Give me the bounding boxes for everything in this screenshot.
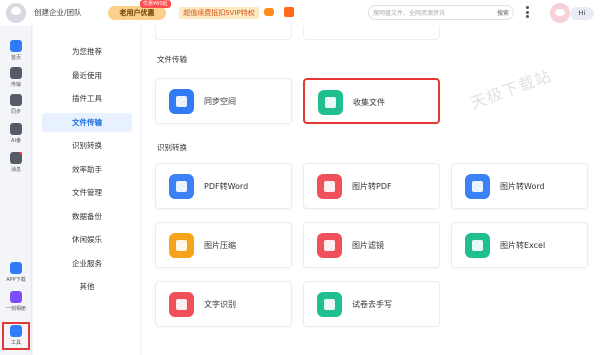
ocr-icon xyxy=(169,292,194,317)
tool-card-label: 图片转Word xyxy=(500,182,545,191)
rail-item-label: AI番 xyxy=(11,138,21,144)
unread-dot xyxy=(19,152,22,155)
image-filter-icon xyxy=(317,233,342,258)
coupon-badge: 优惠¥60起 xyxy=(140,0,171,8)
image-to-excel-icon xyxy=(465,233,490,258)
section-title-recognition: 识别转换 xyxy=(157,143,187,152)
rail-item-transfer[interactable]: 传输 xyxy=(0,67,32,93)
image-to-pdf-icon xyxy=(317,174,342,199)
subnav-item[interactable]: 识别转换 xyxy=(42,136,132,155)
subnav-item[interactable]: 为您推荐 xyxy=(42,42,132,61)
old-user-promo-button[interactable]: 老用户优惠 xyxy=(108,6,166,20)
search-box: 搜索 xyxy=(368,5,514,20)
tool-card-image-filter[interactable]: 图片滤镜 xyxy=(303,222,440,268)
subnav-item[interactable]: 数据备份 xyxy=(42,207,132,226)
tool-card-label: 同步空间 xyxy=(204,97,236,106)
rail-item-ai[interactable]: AI番 xyxy=(0,123,32,149)
tool-card-image-to-excel[interactable]: 图片转Excel xyxy=(451,222,588,268)
tool-card-label: 图片压缩 xyxy=(204,241,236,250)
tool-card-image-to-pdf[interactable]: 图片转PDF xyxy=(303,163,440,209)
rail-item-phone[interactable]: APP下载 xyxy=(0,262,32,288)
transfer-icon xyxy=(10,67,22,79)
tool-card-label: 图片滤镜 xyxy=(352,241,384,250)
tool-card-label: PDF转Word xyxy=(204,182,249,191)
pdf-to-word-icon xyxy=(169,174,194,199)
rail-item-label: 同步 xyxy=(10,109,21,115)
subnav-item[interactable]: 文件管理 xyxy=(42,183,132,202)
tools-highlight-box xyxy=(2,322,30,350)
search-button[interactable]: 搜索 xyxy=(497,8,509,17)
tool-card-image-compress[interactable]: 图片压缩 xyxy=(155,222,292,268)
tool-card-remove-handwriting[interactable]: 试卷去手写 xyxy=(303,281,440,327)
subnav-item[interactable]: 效率助手 xyxy=(42,160,132,179)
rail-item-label: 首页 xyxy=(10,55,21,61)
svip-promo-banner[interactable]: 超值续费抵扣SVIP特权 xyxy=(179,7,259,19)
subnav-item[interactable]: 企业服务 xyxy=(42,254,132,273)
rail-item-sync[interactable]: 同步 xyxy=(0,94,32,120)
team-avatar[interactable] xyxy=(6,3,26,23)
tool-card-collect-files[interactable]: 收集文件 xyxy=(303,78,440,124)
user-avatar[interactable] xyxy=(550,3,570,23)
greeting-badge[interactable]: Hi xyxy=(570,7,594,20)
subnav-item[interactable]: 文件传输 xyxy=(42,112,132,132)
subnav-item[interactable]: 最近使用 xyxy=(42,66,132,85)
game-icon[interactable] xyxy=(264,8,274,16)
remove-handwriting-icon xyxy=(317,292,342,317)
tool-card-image-to-word[interactable]: 图片转Word xyxy=(451,163,588,209)
ai-icon xyxy=(10,123,22,135)
tool-card-label: 文字识别 xyxy=(204,300,236,309)
home-icon xyxy=(10,40,22,52)
rail-item-message[interactable]: 消息 xyxy=(0,152,32,178)
gift-icon[interactable] xyxy=(284,7,294,17)
subnav-item[interactable]: 休闲娱乐 xyxy=(42,230,132,249)
rail-item-album[interactable]: 一刻相册 xyxy=(0,291,32,317)
tools-category-nav: 为您推荐最近使用插件工具文件传输识别转换效率助手文件管理数据备份休闲娱乐企业服务… xyxy=(33,26,140,355)
subnav-item[interactable]: 插件工具 xyxy=(42,89,132,108)
tool-card-ocr[interactable]: 文字识别 xyxy=(155,281,292,327)
phone-icon xyxy=(10,262,22,274)
tool-card-label: 图片转PDF xyxy=(352,182,392,191)
left-rail: 首页 传输 同步 AI番 消息 APP下载 一刻相册 工具 xyxy=(0,26,32,355)
image-to-word-icon xyxy=(465,174,490,199)
sync-icon xyxy=(10,94,22,106)
tool-card-label: 试卷去手写 xyxy=(352,300,392,309)
tool-card-sync-space[interactable]: 同步空间 xyxy=(155,78,292,124)
rail-item-label: 传输 xyxy=(10,82,21,88)
card-stub xyxy=(155,26,292,40)
section-title-file-transfer: 文件传输 xyxy=(157,55,187,64)
collect-files-icon xyxy=(318,90,343,115)
more-icon[interactable] xyxy=(526,6,529,18)
sync-space-icon xyxy=(169,89,194,114)
card-stub xyxy=(303,26,440,40)
tool-card-label: 收集文件 xyxy=(353,98,385,107)
search-input[interactable] xyxy=(373,7,485,19)
rail-item-label: APP下载 xyxy=(6,277,26,283)
create-team-link[interactable]: 创建企业/团队 xyxy=(34,7,82,18)
album-icon xyxy=(10,291,22,303)
rail-item-home[interactable]: 首页 xyxy=(0,40,32,66)
rail-item-label: 一刻相册 xyxy=(5,306,26,312)
top-bar: 创建企业/团队 老用户优惠 优惠¥60起 超值续费抵扣SVIP特权 搜索 Hi xyxy=(0,0,600,26)
tool-card-label: 图片转Excel xyxy=(500,241,546,250)
subnav-item[interactable]: 其他 xyxy=(42,277,132,296)
app-window: 创建企业/团队 老用户优惠 优惠¥60起 超值续费抵扣SVIP特权 搜索 Hi … xyxy=(0,0,600,355)
image-compress-icon xyxy=(169,233,194,258)
rail-item-label: 消息 xyxy=(10,167,21,173)
tool-card-pdf-to-word[interactable]: PDF转Word xyxy=(155,163,292,209)
